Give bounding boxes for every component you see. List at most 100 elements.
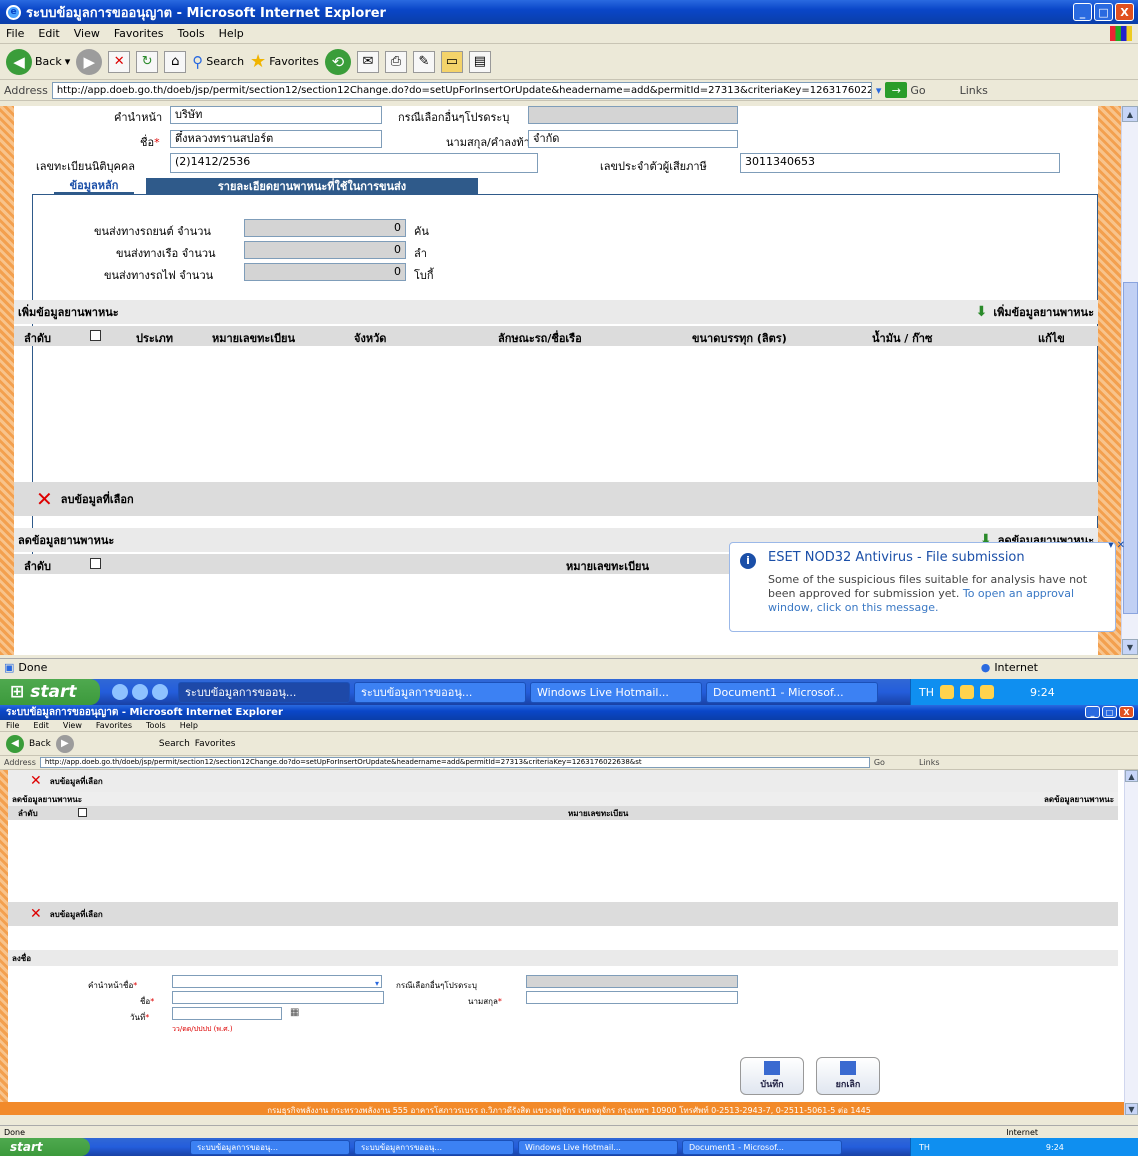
scroll-thumb[interactable] bbox=[1123, 282, 1138, 614]
ie-quicklaunch-icon[interactable] bbox=[112, 684, 128, 700]
car-input[interactable]: 0 bbox=[244, 219, 406, 237]
task-button-4[interactable]: Document1 - Microsof... bbox=[706, 681, 878, 703]
surname-input[interactable]: จำกัด bbox=[528, 130, 738, 148]
checkbox-2[interactable] bbox=[78, 808, 87, 817]
folder-button[interactable]: ▭ bbox=[440, 50, 463, 73]
menu-edit-2[interactable]: Edit bbox=[33, 721, 49, 730]
train-input[interactable]: 0 bbox=[244, 263, 406, 281]
reg-input[interactable]: (2)1412/2536 bbox=[170, 153, 538, 173]
menu-view[interactable]: View bbox=[74, 27, 100, 40]
cancel-button[interactable]: ยกเลิก bbox=[816, 1057, 880, 1095]
lang-2[interactable]: TH bbox=[919, 1143, 930, 1152]
menu-edit[interactable]: Edit bbox=[38, 27, 59, 40]
antivirus-balloon[interactable]: i ▾ ✕ ESET NOD32 Antivirus - File submis… bbox=[729, 540, 1125, 632]
add-vehicle-button[interactable]: ⬇ เพิ่มข้อมูลยานพาหนะ bbox=[976, 303, 1094, 321]
sign-prefix-label: คำนำหน้าชื่อ* bbox=[88, 979, 137, 992]
tab-vehicles[interactable]: รายละเอียดยานพาหนะที่ใช้ในการขนส่ง bbox=[146, 178, 478, 194]
task-2-2[interactable]: ระบบข้อมูลการขออนุ... bbox=[354, 1139, 514, 1155]
language-indicator[interactable]: TH bbox=[919, 686, 934, 699]
start-button-2[interactable]: start bbox=[0, 1138, 90, 1156]
go-label-2[interactable]: Go bbox=[874, 758, 885, 767]
address-input[interactable]: http://app.doeb.go.th/doeb/jsp/permit/se… bbox=[51, 81, 872, 99]
sign-date-input[interactable] bbox=[172, 1007, 282, 1020]
vertical-scrollbar[interactable]: ▲ ▼ bbox=[1121, 106, 1138, 655]
forward-button[interactable]: ▶ bbox=[76, 48, 103, 75]
favorites-label-2[interactable]: Favorites bbox=[195, 739, 236, 749]
forward-icon-2[interactable]: ▶ bbox=[55, 734, 74, 753]
close-button[interactable]: X bbox=[1115, 3, 1134, 21]
delete-selected-bar-2[interactable]: ✕ ลบข้อมูลที่เลือก bbox=[8, 770, 1118, 792]
menu-view-2[interactable]: View bbox=[63, 721, 82, 730]
menu-favorites[interactable]: Favorites bbox=[114, 27, 164, 40]
scroll-up-icon[interactable]: ▲ bbox=[1122, 106, 1138, 122]
minimize-button-2[interactable]: _ bbox=[1085, 706, 1100, 718]
menu-file-2[interactable]: File bbox=[6, 721, 19, 730]
boat-input[interactable]: 0 bbox=[244, 241, 406, 259]
name-input[interactable]: ตึ๋งหลวงทรานสปอร์ต bbox=[170, 130, 382, 148]
links-label-2[interactable]: Links bbox=[919, 758, 940, 767]
maximize-button[interactable]: □ bbox=[1094, 3, 1113, 21]
task-button-2[interactable]: ระบบข้อมูลการขออนุ... bbox=[354, 681, 526, 703]
links-button[interactable]: Links bbox=[960, 84, 988, 97]
media-quicklaunch-icon[interactable] bbox=[152, 684, 168, 700]
back-button[interactable]: ◀ Back ▾ bbox=[6, 48, 70, 75]
history-button[interactable]: ⟲ bbox=[324, 48, 351, 75]
menu-tools[interactable]: Tools bbox=[178, 27, 205, 40]
select-all-checkbox[interactable] bbox=[90, 330, 101, 341]
scroll-down-icon-2[interactable]: ▼ bbox=[1125, 1103, 1138, 1115]
menu-favorites-2[interactable]: Favorites bbox=[96, 721, 132, 730]
delete-selected-bar-3[interactable]: ✕ ลบข้อมูลที่เลือก bbox=[8, 902, 1118, 926]
home-button[interactable]: ⌂ bbox=[164, 50, 187, 73]
print-button[interactable]: ⎙ bbox=[384, 50, 407, 73]
antivirus-icon[interactable] bbox=[980, 685, 994, 699]
go-button[interactable]: → Go bbox=[885, 82, 926, 98]
sign-prefix-select[interactable]: ▾ bbox=[172, 975, 382, 988]
minimize-button[interactable]: _ bbox=[1073, 3, 1092, 21]
scroll-down-icon[interactable]: ▼ bbox=[1122, 639, 1138, 655]
start-button[interactable]: ⊞ start bbox=[0, 679, 100, 705]
mail-button[interactable]: ✉ bbox=[356, 50, 379, 73]
task-2-1[interactable]: ระบบข้อมูลการขออนุ... bbox=[190, 1139, 350, 1155]
vertical-scrollbar-2[interactable]: ▲ ▼ bbox=[1124, 770, 1138, 1115]
address-dropdown-icon[interactable]: ▾ bbox=[876, 84, 882, 97]
prefix-input[interactable]: บริษัท bbox=[170, 106, 382, 124]
close-button-2[interactable]: X bbox=[1119, 706, 1134, 718]
sign-other-input[interactable] bbox=[526, 975, 738, 988]
col-capacity: ขนาดบรรทุก (ลิตร) bbox=[692, 332, 787, 345]
back-icon-2[interactable]: ◀ bbox=[6, 734, 24, 753]
menu-help-2[interactable]: Help bbox=[180, 721, 198, 730]
favorites-button[interactable]: ★ Favorites bbox=[250, 51, 319, 72]
zone-2: Internet bbox=[1006, 1128, 1038, 1137]
stop-button[interactable]: ✕ bbox=[108, 50, 131, 73]
network-icon[interactable] bbox=[940, 685, 954, 699]
research-button[interactable]: ▤ bbox=[468, 50, 491, 73]
info-icon: i bbox=[740, 553, 756, 569]
task-button-1[interactable]: ระบบข้อมูลการขออนุ... bbox=[178, 681, 350, 703]
refresh-button[interactable]: ↻ bbox=[136, 50, 159, 73]
menu-tools-2[interactable]: Tools bbox=[146, 721, 166, 730]
balloon-close-icon[interactable]: ▾ ✕ bbox=[1108, 539, 1125, 553]
reduce-button-2[interactable]: ลดข้อมูลยานพาหนะ bbox=[1044, 793, 1114, 806]
delete-selected-bar[interactable]: ✕ ลบข้อมูลที่เลือก bbox=[14, 482, 1098, 516]
maximize-button-2[interactable]: □ bbox=[1102, 706, 1117, 718]
tab-main[interactable]: ข้อมูลหลัก bbox=[54, 178, 134, 194]
menu-file[interactable]: File bbox=[6, 27, 24, 40]
volume-icon[interactable] bbox=[960, 685, 974, 699]
task-button-3[interactable]: Windows Live Hotmail... bbox=[530, 681, 702, 703]
firefox-quicklaunch-icon[interactable] bbox=[132, 684, 148, 700]
save-button[interactable]: บันทึก bbox=[740, 1057, 804, 1095]
reduce-select-all-checkbox[interactable] bbox=[90, 558, 101, 569]
address-input-2[interactable]: http://app.doeb.go.th/doeb/jsp/permit/se… bbox=[39, 757, 870, 768]
calendar-icon[interactable]: ▦ bbox=[290, 1007, 299, 1018]
other-input[interactable] bbox=[528, 106, 738, 124]
sign-name-input[interactable] bbox=[172, 991, 384, 1004]
sign-surname-input[interactable] bbox=[526, 991, 738, 1004]
task-2-4[interactable]: Document1 - Microsof... bbox=[682, 1139, 842, 1155]
edit-button[interactable]: ✎ bbox=[412, 50, 435, 73]
search-label-2[interactable]: Search bbox=[159, 739, 190, 749]
scroll-up-icon-2[interactable]: ▲ bbox=[1125, 770, 1138, 782]
menu-help[interactable]: Help bbox=[219, 27, 244, 40]
tax-input[interactable]: 3011340653 bbox=[740, 153, 1060, 173]
search-button[interactable]: ⚲ Search bbox=[192, 53, 244, 71]
task-2-3[interactable]: Windows Live Hotmail... bbox=[518, 1139, 678, 1155]
